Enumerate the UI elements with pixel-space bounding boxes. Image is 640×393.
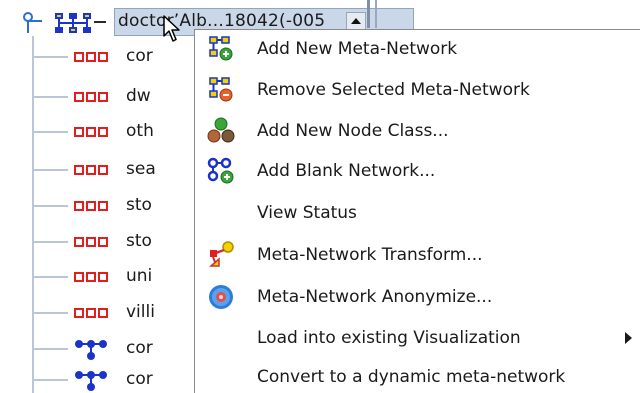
menu-item-label: Meta-Network Transform... xyxy=(257,245,483,265)
tree-item-label: sto xyxy=(126,195,152,215)
node-class-icon xyxy=(74,52,108,62)
node-class-icon xyxy=(74,165,108,175)
add-node-class-icon xyxy=(207,117,235,143)
panel-divider[interactable] xyxy=(367,0,370,28)
menu-item-remove-selected-meta-network[interactable]: Remove Selected Meta-Network xyxy=(195,73,640,107)
tree-item-label: uni xyxy=(126,266,153,286)
node-class-icon xyxy=(74,201,108,211)
menu-item-add-blank-network[interactable]: Add Blank Network... xyxy=(195,154,640,188)
node-class-icon xyxy=(74,308,108,318)
menu-item-meta-network-anonymize[interactable]: Meta-Network Anonymize... xyxy=(195,280,640,314)
context-menu: Add New Meta-Network Remove Selected Met… xyxy=(194,29,640,393)
menu-item-label: Add New Node Class... xyxy=(257,121,449,141)
menu-item-add-new-node-class[interactable]: Add New Node Class... xyxy=(195,114,640,148)
tree-expand-handle-icon[interactable] xyxy=(22,11,42,35)
tree-connector xyxy=(94,21,106,23)
add-blank-network-icon xyxy=(207,157,234,184)
root-node-label[interactable]: doctor’Alb...18042(-005 xyxy=(118,11,325,31)
node-class-icon xyxy=(74,237,108,247)
scroll-up-arrow-icon[interactable] xyxy=(346,12,366,30)
menu-item-view-status[interactable]: View Status xyxy=(195,196,640,230)
menu-item-label: Add Blank Network... xyxy=(257,161,436,181)
tree-item-label: villi xyxy=(126,302,155,322)
remove-meta-network-icon xyxy=(209,77,233,102)
add-meta-network-icon xyxy=(209,36,233,61)
network-icon xyxy=(75,340,107,360)
menu-item-load-into-existing-visualization[interactable]: Load into existing Visualization xyxy=(195,321,640,355)
menu-item-label: Meta-Network Anonymize... xyxy=(257,287,493,307)
node-class-icon xyxy=(74,272,108,282)
menu-item-label: View Status xyxy=(257,203,357,223)
submenu-arrow-icon xyxy=(625,332,632,344)
menu-item-meta-network-transform[interactable]: Meta-Network Transform... xyxy=(195,238,640,272)
tree-item-label: cor xyxy=(126,338,153,358)
transform-icon xyxy=(209,241,234,267)
menu-item-add-new-meta-network[interactable]: Add New Meta-Network xyxy=(195,32,640,66)
menu-item-label: Load into existing Visualization xyxy=(257,328,521,348)
tree-item-label: cor xyxy=(126,369,153,389)
panel-divider-edge xyxy=(375,0,377,28)
tree-item-label: dw xyxy=(126,86,151,106)
mouse-cursor-icon xyxy=(163,15,180,42)
node-class-icon xyxy=(74,127,108,137)
menu-item-label: Add New Meta-Network xyxy=(257,39,458,59)
tree-item-label: oth xyxy=(126,121,154,141)
anonymize-icon xyxy=(209,285,233,309)
menu-item-label: Convert to a dynamic meta-network xyxy=(257,367,566,387)
meta-network-icon xyxy=(55,13,91,33)
app-window: doctor’Alb...18042(-005 cor dw oth sea s… xyxy=(0,0,640,393)
tree-item-label: sea xyxy=(126,159,156,179)
network-icon xyxy=(75,371,107,391)
node-class-icon xyxy=(74,92,108,102)
tree-item-label: cor xyxy=(126,46,153,66)
menu-item-convert-to-dynamic-meta-network[interactable]: Convert to a dynamic meta-network xyxy=(195,360,640,393)
menu-item-label: Remove Selected Meta-Network xyxy=(257,80,530,100)
tree-item-label: sto xyxy=(126,231,152,251)
